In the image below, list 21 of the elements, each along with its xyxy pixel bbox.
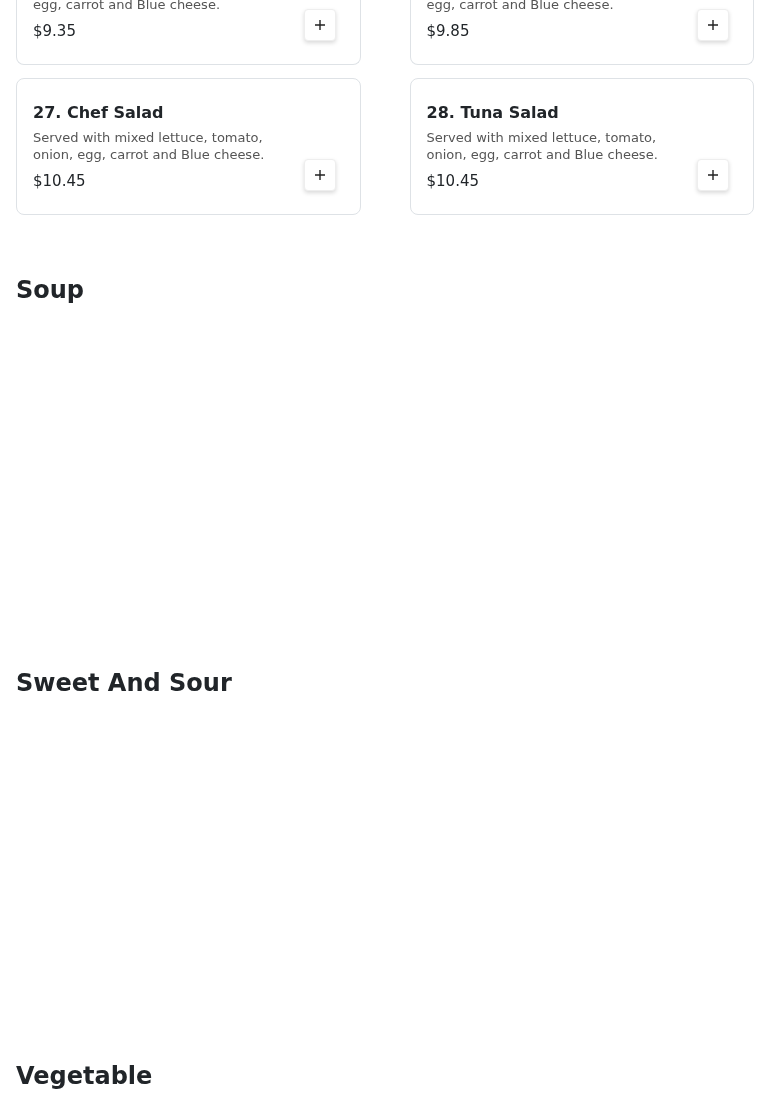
section-heading: Sweet And Sour [16, 668, 233, 699]
item-description: Served with mixed lettuce, tomato, onion, egg, carrot and Blue cheese. [33, 129, 266, 163]
plus-icon [708, 170, 718, 180]
plus-icon [314, 20, 325, 30]
plus-icon [314, 170, 325, 180]
item-name: 27. Chef Salad [33, 103, 165, 123]
section-heading: Vegetable [16, 1061, 154, 1092]
add-button[interactable] [303, 159, 336, 191]
add-button[interactable] [303, 9, 336, 41]
item-price: $10.45 [426, 171, 480, 191]
item-name: 28. Tuna Salad [426, 103, 560, 123]
item-price: $9.35 [33, 21, 77, 41]
section-heading: Soup [16, 275, 86, 306]
item-description: egg, carrot and Blue cheese. [33, 0, 221, 13]
plus-icon [708, 20, 718, 30]
item-description: Served with mixed lettuce, tomato, onion, egg, carrot and Blue cheese. [426, 129, 659, 163]
add-button[interactable] [697, 9, 729, 41]
item-price: $9.85 [426, 21, 471, 41]
item-price: $10.45 [33, 171, 87, 191]
add-button[interactable] [697, 159, 729, 191]
item-description: egg, carrot and Blue cheese. [426, 0, 615, 13]
